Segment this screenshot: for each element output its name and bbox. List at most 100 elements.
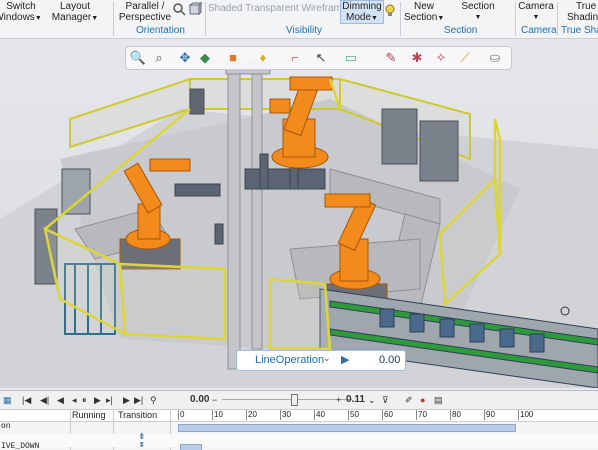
step-backward-icon[interactable]: ◂ — [72, 393, 77, 407]
zoom-fit-icon[interactable]: ⌕ — [150, 49, 168, 67]
sequence-editor: ▦ |◀ ◀| ◀ ◂ ⏸ ▶ ▸| ▶ ▶| ⚲ 0.00 − + 0.11 … — [0, 390, 598, 450]
parallel-perspective-button[interactable]: Parallel / Perspective — [118, 1, 172, 23]
play-icon[interactable]: ▶ — [94, 393, 101, 407]
step-forward-icon[interactable]: ▸| — [106, 393, 113, 407]
chevron-down-icon[interactable]: ⌄ — [368, 393, 376, 407]
ruler-tick-mark — [382, 410, 383, 420]
line-operation-name: LineOperation — [255, 354, 325, 366]
grid-icon[interactable]: ▦ — [3, 393, 12, 407]
paint-bucket-icon[interactable]: ⛀ — [486, 49, 504, 67]
ruler-tick-label: 10 — [214, 410, 223, 419]
ribbon-toolbar: Switch Windows▼ Layout Manager▼ Parallel… — [0, 0, 598, 39]
speed-slider-track[interactable] — [222, 399, 352, 400]
chevron-down-icon: ▼ — [474, 14, 482, 21]
measure-icon[interactable]: ⟋ — [456, 49, 474, 67]
settings-icon[interactable]: ✐ — [405, 393, 413, 407]
mode-label: Mode — [346, 12, 372, 23]
light-bulb-icon[interactable]: ♦ — [254, 49, 272, 67]
zoom-search-icon[interactable] — [172, 2, 186, 16]
section-group-label: Section — [444, 25, 478, 36]
view-cube-icon[interactable] — [188, 2, 202, 16]
ruler-tick-mark — [518, 410, 519, 420]
arrow-select-icon[interactable]: ↖ — [312, 49, 330, 67]
ruler-tick-mark — [212, 410, 213, 420]
play-backward-icon[interactable]: ◀ — [57, 393, 64, 407]
light-bulb-icon[interactable] — [384, 4, 396, 18]
shading-label: Shading — [567, 12, 598, 23]
frame-icon[interactable]: ▭ — [342, 49, 360, 67]
camera-button[interactable]: Camera ▼ — [518, 1, 554, 23]
ribbon-separator — [113, 2, 114, 36]
simulation-icon[interactable]: ⚲ — [150, 393, 157, 407]
step-back-icon[interactable]: ◀| — [40, 393, 49, 407]
dimming-label: Dimming — [342, 1, 382, 12]
transition-column-header: Transition — [118, 410, 158, 420]
visibility-group-label: Visibility — [286, 25, 322, 36]
ribbon-separator — [515, 2, 516, 36]
filter-icon[interactable]: ⊽ — [382, 393, 389, 407]
current-time-value: 0.00 — [190, 394, 210, 405]
render-mode-icon[interactable]: ■ — [224, 49, 242, 67]
chevron-down-icon: ▼ — [91, 15, 99, 22]
robot-cell-scene — [0, 58, 598, 388]
jump-end-icon[interactable]: ▶| — [134, 393, 143, 407]
layout-manager-button[interactable]: Layout Manager▼ — [50, 1, 100, 24]
ribbon-separator — [400, 2, 401, 36]
time-step-value: 0.11 — [346, 394, 365, 405]
ruler-tick-label: 20 — [248, 410, 257, 419]
ruler-tick-mark — [416, 410, 417, 420]
minus-icon[interactable]: − — [212, 393, 217, 407]
plus-icon[interactable]: + — [336, 393, 341, 407]
ruler-tick-label: 0 — [180, 410, 185, 419]
chevron-down-icon: ▼ — [34, 15, 42, 22]
section-label-2: Section — [404, 12, 438, 23]
ruler-tick-mark — [314, 410, 315, 420]
ribbon-separator — [205, 2, 206, 36]
ruler-tick-mark — [246, 410, 247, 420]
transition-icon[interactable]: ⇟ — [138, 432, 146, 442]
section-button[interactable]: Section ▼ — [456, 1, 500, 23]
snap-icon[interactable]: ✱ — [408, 49, 426, 67]
tag-icon[interactable]: ✧ — [432, 49, 450, 67]
switch-windows-button[interactable]: Switch Windows▼ — [0, 1, 42, 24]
record-icon[interactable]: ● — [420, 393, 425, 407]
line-operation-selector[interactable]: LineOperation ⌄ ▶ 0.00 — [236, 350, 406, 371]
operation-gantt-bar[interactable] — [178, 424, 516, 432]
table-row[interactable]: on — [0, 421, 598, 434]
chevron-down-icon: ▼ — [371, 15, 378, 22]
parallel-label: Parallel / — [125, 1, 165, 12]
play-icon[interactable]: ▶ — [341, 353, 349, 366]
ruler-tick-label: 50 — [350, 410, 359, 419]
operation-gantt-bar[interactable] — [180, 444, 202, 450]
chevron-down-icon: ▼ — [437, 15, 445, 22]
filter-icon[interactable]: ✎ — [382, 49, 400, 67]
path-icon[interactable]: ⌐ — [286, 49, 304, 67]
shaded-transparent-wireframe-button[interactable]: Shaded Transparent Wireframe — [208, 3, 348, 14]
new-section-button[interactable]: New Section▼ — [404, 1, 444, 24]
ruler-tick-mark — [450, 410, 451, 420]
pause-icon[interactable]: ⏸ — [82, 393, 87, 407]
jump-start-icon[interactable]: |◀ — [22, 393, 31, 407]
chevron-down-icon: ▼ — [532, 14, 540, 21]
ruler-tick-label: 90 — [486, 410, 495, 419]
switch-windows-label-2: Windows — [0, 12, 35, 23]
ruler-tick-mark — [280, 410, 281, 420]
camera-label: Camera — [518, 1, 554, 12]
play-forward-icon[interactable]: ▶ — [123, 393, 130, 407]
camera-group-label: Camera — [521, 25, 557, 36]
true-shading-button[interactable]: True Shading — [562, 1, 598, 23]
timeline-ruler[interactable]: 0 10 20 30 40 50 60 70 80 90 100 — [176, 410, 598, 421]
dimming-mode-button[interactable]: Dimming Mode▼ — [340, 0, 384, 24]
pan-icon[interactable]: ✥ — [176, 49, 194, 67]
section-label: Section — [461, 1, 495, 12]
layout-manager-label-2: Manager — [51, 12, 92, 23]
speed-slider-thumb[interactable] — [291, 394, 298, 406]
ruler-tick-label: 60 — [384, 410, 393, 419]
export-icon[interactable]: ▤ — [434, 393, 443, 407]
zoom-in-icon[interactable]: 🔍 — [129, 49, 147, 67]
chevron-down-icon[interactable]: ⌄ — [323, 353, 331, 364]
cube-icon[interactable]: ◆ — [196, 49, 214, 67]
ruler-tick-mark — [348, 410, 349, 420]
view-toolbar: 🔍 ⌕ ✥ ◆ ■ ♦ ⌐ ↖ ▭ ✎ ✱ ✧ ⟋ ⛀ — [125, 46, 512, 70]
3d-viewport[interactable] — [0, 39, 598, 388]
